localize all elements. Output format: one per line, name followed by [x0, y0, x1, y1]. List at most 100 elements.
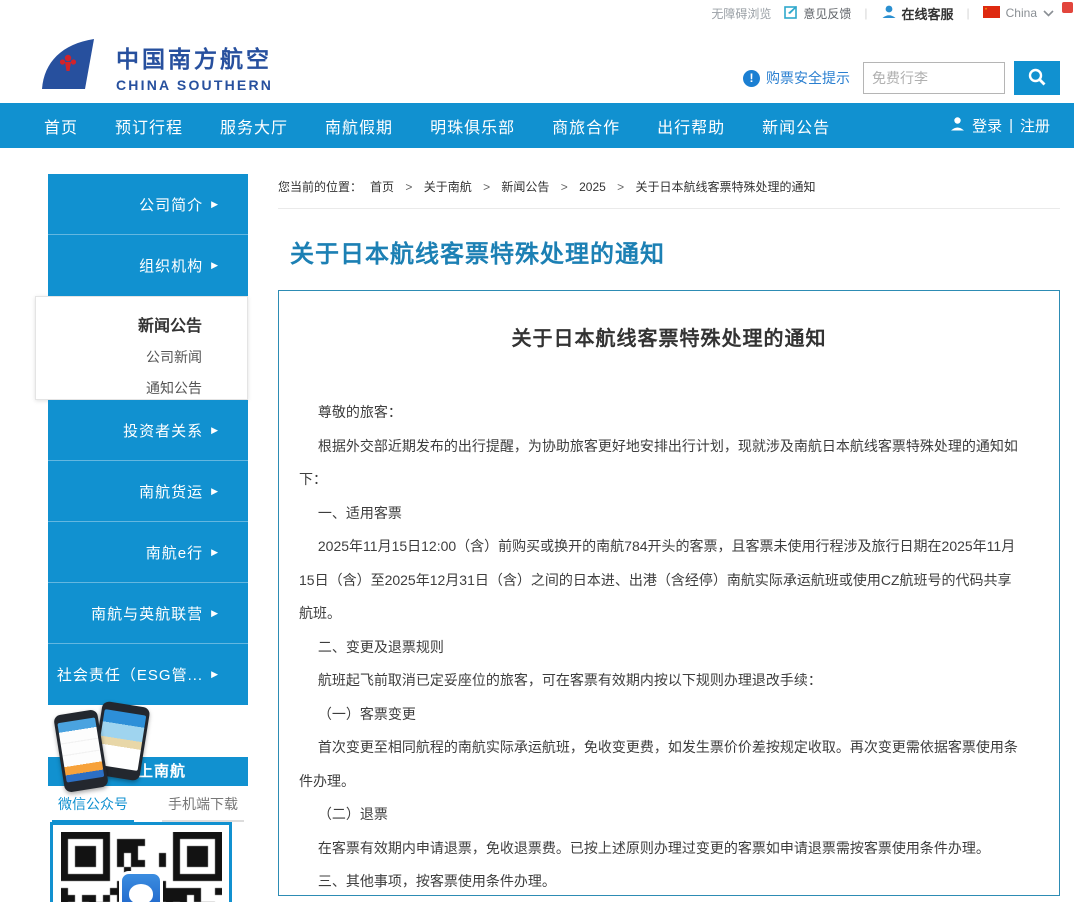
corner-red-icon — [1062, 2, 1073, 13]
sidebar-item-news-active[interactable]: 新闻公告 — [36, 297, 202, 336]
article-paragraph: 2025年11月15日12:00（含）前购买或换开的南航784开头的客票，且客票… — [299, 530, 1021, 631]
content: 您当前的位置：首页 > 关于南航 > 新闻公告 > 2025 > 关于日本航线客… — [278, 148, 1060, 896]
tab-wechat-official[interactable]: 微信公众号 — [52, 794, 134, 822]
article-heading: 关于日本航线客票特殊处理的通知 — [279, 322, 1059, 351]
ticket-safety-tip-link[interactable]: ! 购票安全提示 — [743, 68, 850, 88]
chevron-right-icon: ▶ — [211, 608, 218, 619]
nav-item[interactable]: 出行帮助 — [657, 114, 725, 138]
breadcrumb-item[interactable]: 2025 — [579, 180, 606, 194]
breadcrumb-separator: > — [480, 180, 494, 194]
sidebar-subitem[interactable]: 通知公告 — [36, 378, 202, 398]
brand-name-en: CHINA SOUTHERN — [116, 77, 273, 93]
nav-item[interactable]: 南航假期 — [325, 114, 393, 138]
online-service-label: 在线客服 — [902, 4, 954, 23]
account-area: 登录 | 注册 — [950, 115, 1050, 136]
sidebar-subitem[interactable]: 公司新闻 — [36, 347, 202, 367]
breadcrumb-divider — [278, 208, 1060, 209]
breadcrumb-separator: > — [557, 180, 571, 194]
breadcrumb-label: 您当前的位置： — [278, 180, 362, 194]
breadcrumb-items: 首页 > 关于南航 > 新闻公告 > 2025 > 关于日本航线客票特殊处理的通… — [362, 180, 824, 194]
sidebar-item[interactable]: 南航货运 ▶ — [48, 461, 248, 522]
article-paragraph: 首次变更至相同航程的南航实际承运航班，免收变更费，如发生票价价差按规定收取。再次… — [299, 731, 1021, 798]
breadcrumb-item[interactable]: 新闻公告 — [501, 180, 549, 194]
nav-item[interactable]: 明珠俱乐部 — [430, 114, 515, 138]
online-service-link[interactable]: 在线客服 — [881, 4, 954, 23]
china-flag-icon — [983, 6, 1000, 21]
page-title: 关于日本航线客票特殊处理的通知 — [290, 234, 1060, 269]
login-link[interactable]: 登录 — [972, 115, 1002, 136]
breadcrumb-item[interactable]: 首页 — [370, 180, 394, 194]
main-nav: 首页 预订行程 服务大厅 南航假期 明珠俱乐部 商旅合作 出行帮助 新闻公告 登录 | 注册 — [0, 103, 1074, 148]
region-selector[interactable]: China — [983, 6, 1054, 21]
user-icon — [950, 116, 965, 135]
sidebar-top-group: 公司简介 ▶ 组织机构 ▶ — [48, 174, 248, 296]
search-input[interactable] — [863, 62, 1005, 94]
breadcrumb-separator: > — [614, 180, 628, 194]
safety-tip-label: 购票安全提示 — [766, 68, 850, 88]
article-paragraph: 尊敬的旅客： — [299, 396, 1021, 430]
chevron-down-icon — [1043, 6, 1054, 20]
app-tabs: 微信公众号 手机端下载 — [48, 786, 248, 822]
nav-item[interactable]: 服务大厅 — [220, 114, 288, 138]
sidebar-item[interactable]: 投资者关系 ▶ — [48, 400, 248, 461]
sidebar-item-label: 南航e行 — [146, 542, 203, 563]
nav-item[interactable]: 新闻公告 — [762, 114, 830, 138]
app-logo-icon — [119, 871, 163, 902]
top-utility-bar: 无障碍浏览 意见反馈 | 在线客服 | China — [0, 0, 1074, 26]
sidebar-item-label: 南航货运 — [139, 481, 203, 502]
header-right: ! 购票安全提示 — [743, 61, 1060, 95]
breadcrumb: 您当前的位置：首页 > 关于南航 > 新闻公告 > 2025 > 关于日本航线客… — [278, 178, 1060, 195]
chevron-right-icon: ▶ — [211, 669, 218, 680]
notice-article-box: 关于日本航线客票特殊处理的通知 尊敬的旅客：根据外交部近期发布的出行提醒，为协助… — [278, 290, 1060, 896]
register-link[interactable]: 注册 — [1020, 115, 1050, 136]
nav-item[interactable]: 首页 — [44, 114, 78, 138]
region-label: China — [1006, 6, 1037, 20]
nav-item[interactable]: 预订行程 — [115, 114, 183, 138]
sidebar-active-panel: 新闻公告 公司新闻通知公告 — [35, 296, 248, 400]
accessibility-link[interactable]: 无障碍浏览 — [711, 5, 771, 22]
sidebar-bottom-group: 投资者关系 ▶ 南航货运 ▶ 南航e行 ▶ 南航与英航联营 ▶ — [48, 400, 248, 705]
header: 中国南方航空 CHINA SOUTHERN ! 购票安全提示 — [0, 26, 1074, 103]
agent-icon — [881, 4, 897, 22]
search-icon — [1027, 67, 1047, 90]
feedback-label: 意见反馈 — [803, 5, 851, 22]
article-paragraph: 航班起飞前取消已定妥座位的旅客，可在客票有效期内按以下规则办理退改手续： — [299, 664, 1021, 698]
chevron-right-icon: ▶ — [211, 425, 218, 436]
breadcrumb-current: 关于日本航线客票特殊处理的通知 — [636, 180, 816, 194]
sidebar-item-label: 组织机构 — [139, 255, 203, 276]
nav-items: 首页 预订行程 服务大厅 南航假期 明珠俱乐部 商旅合作 出行帮助 新闻公告 — [44, 114, 830, 138]
feedback-link[interactable]: 意见反馈 — [784, 5, 851, 22]
breadcrumb-item[interactable]: 关于南航 — [424, 180, 472, 194]
sidebar-item-label: 投资者关系 — [123, 420, 203, 441]
brand-logo[interactable]: 中国南方航空 CHINA SOUTHERN — [38, 38, 273, 95]
nav-item[interactable]: 商旅合作 — [552, 114, 620, 138]
article-paragraph: 根据外交部近期发布的出行提醒，为协助旅客更好地安排出行计划，现就涉及南航日本航线… — [299, 430, 1021, 497]
sidebar-item[interactable]: 社会责任（ESG管... ▶ — [48, 644, 248, 705]
qr-code-panel — [50, 822, 232, 902]
page: 无障碍浏览 意见反馈 | 在线客服 | China — [0, 0, 1074, 902]
tab-app-download[interactable]: 手机端下载 — [162, 794, 244, 822]
chevron-right-icon: ▶ — [211, 260, 218, 271]
search-button[interactable] — [1014, 61, 1060, 95]
chevron-right-icon: ▶ — [211, 486, 218, 497]
sidebar-item-label: 公司简介 — [139, 194, 203, 215]
login-separator: | — [1009, 117, 1013, 134]
article-paragraph: 二、变更及退票规则 — [299, 631, 1021, 665]
article-paragraph: （二）退票 — [299, 798, 1021, 832]
tailfin-logo-icon — [38, 38, 104, 95]
sidebar-item[interactable]: 公司简介 ▶ — [48, 174, 248, 235]
feedback-edit-icon — [784, 5, 798, 22]
topbar-separator: | — [864, 6, 867, 20]
topbar-separator: | — [967, 6, 970, 20]
chevron-right-icon: ▶ — [211, 547, 218, 558]
sidebar-item-label: 南航与英航联营 — [91, 603, 203, 624]
article-paragraph: 三、其他事项，按客票使用条件办理。 — [299, 865, 1021, 896]
article-paragraph: 一、适用客票 — [299, 497, 1021, 531]
article-paragraph: （一）客票变更 — [299, 698, 1021, 732]
sidebar-item-label: 社会责任（ESG管... — [57, 664, 203, 685]
sidebar: 公司简介 ▶ 组织机构 ▶ 新闻公告 公司新闻通知公告 投资者关系 ▶ — [35, 148, 248, 902]
sidebar-item[interactable]: 组织机构 ▶ — [48, 235, 248, 296]
chevron-right-icon: ▶ — [211, 199, 218, 210]
sidebar-item[interactable]: 南航与英航联营 ▶ — [48, 583, 248, 644]
sidebar-item[interactable]: 南航e行 ▶ — [48, 522, 248, 583]
